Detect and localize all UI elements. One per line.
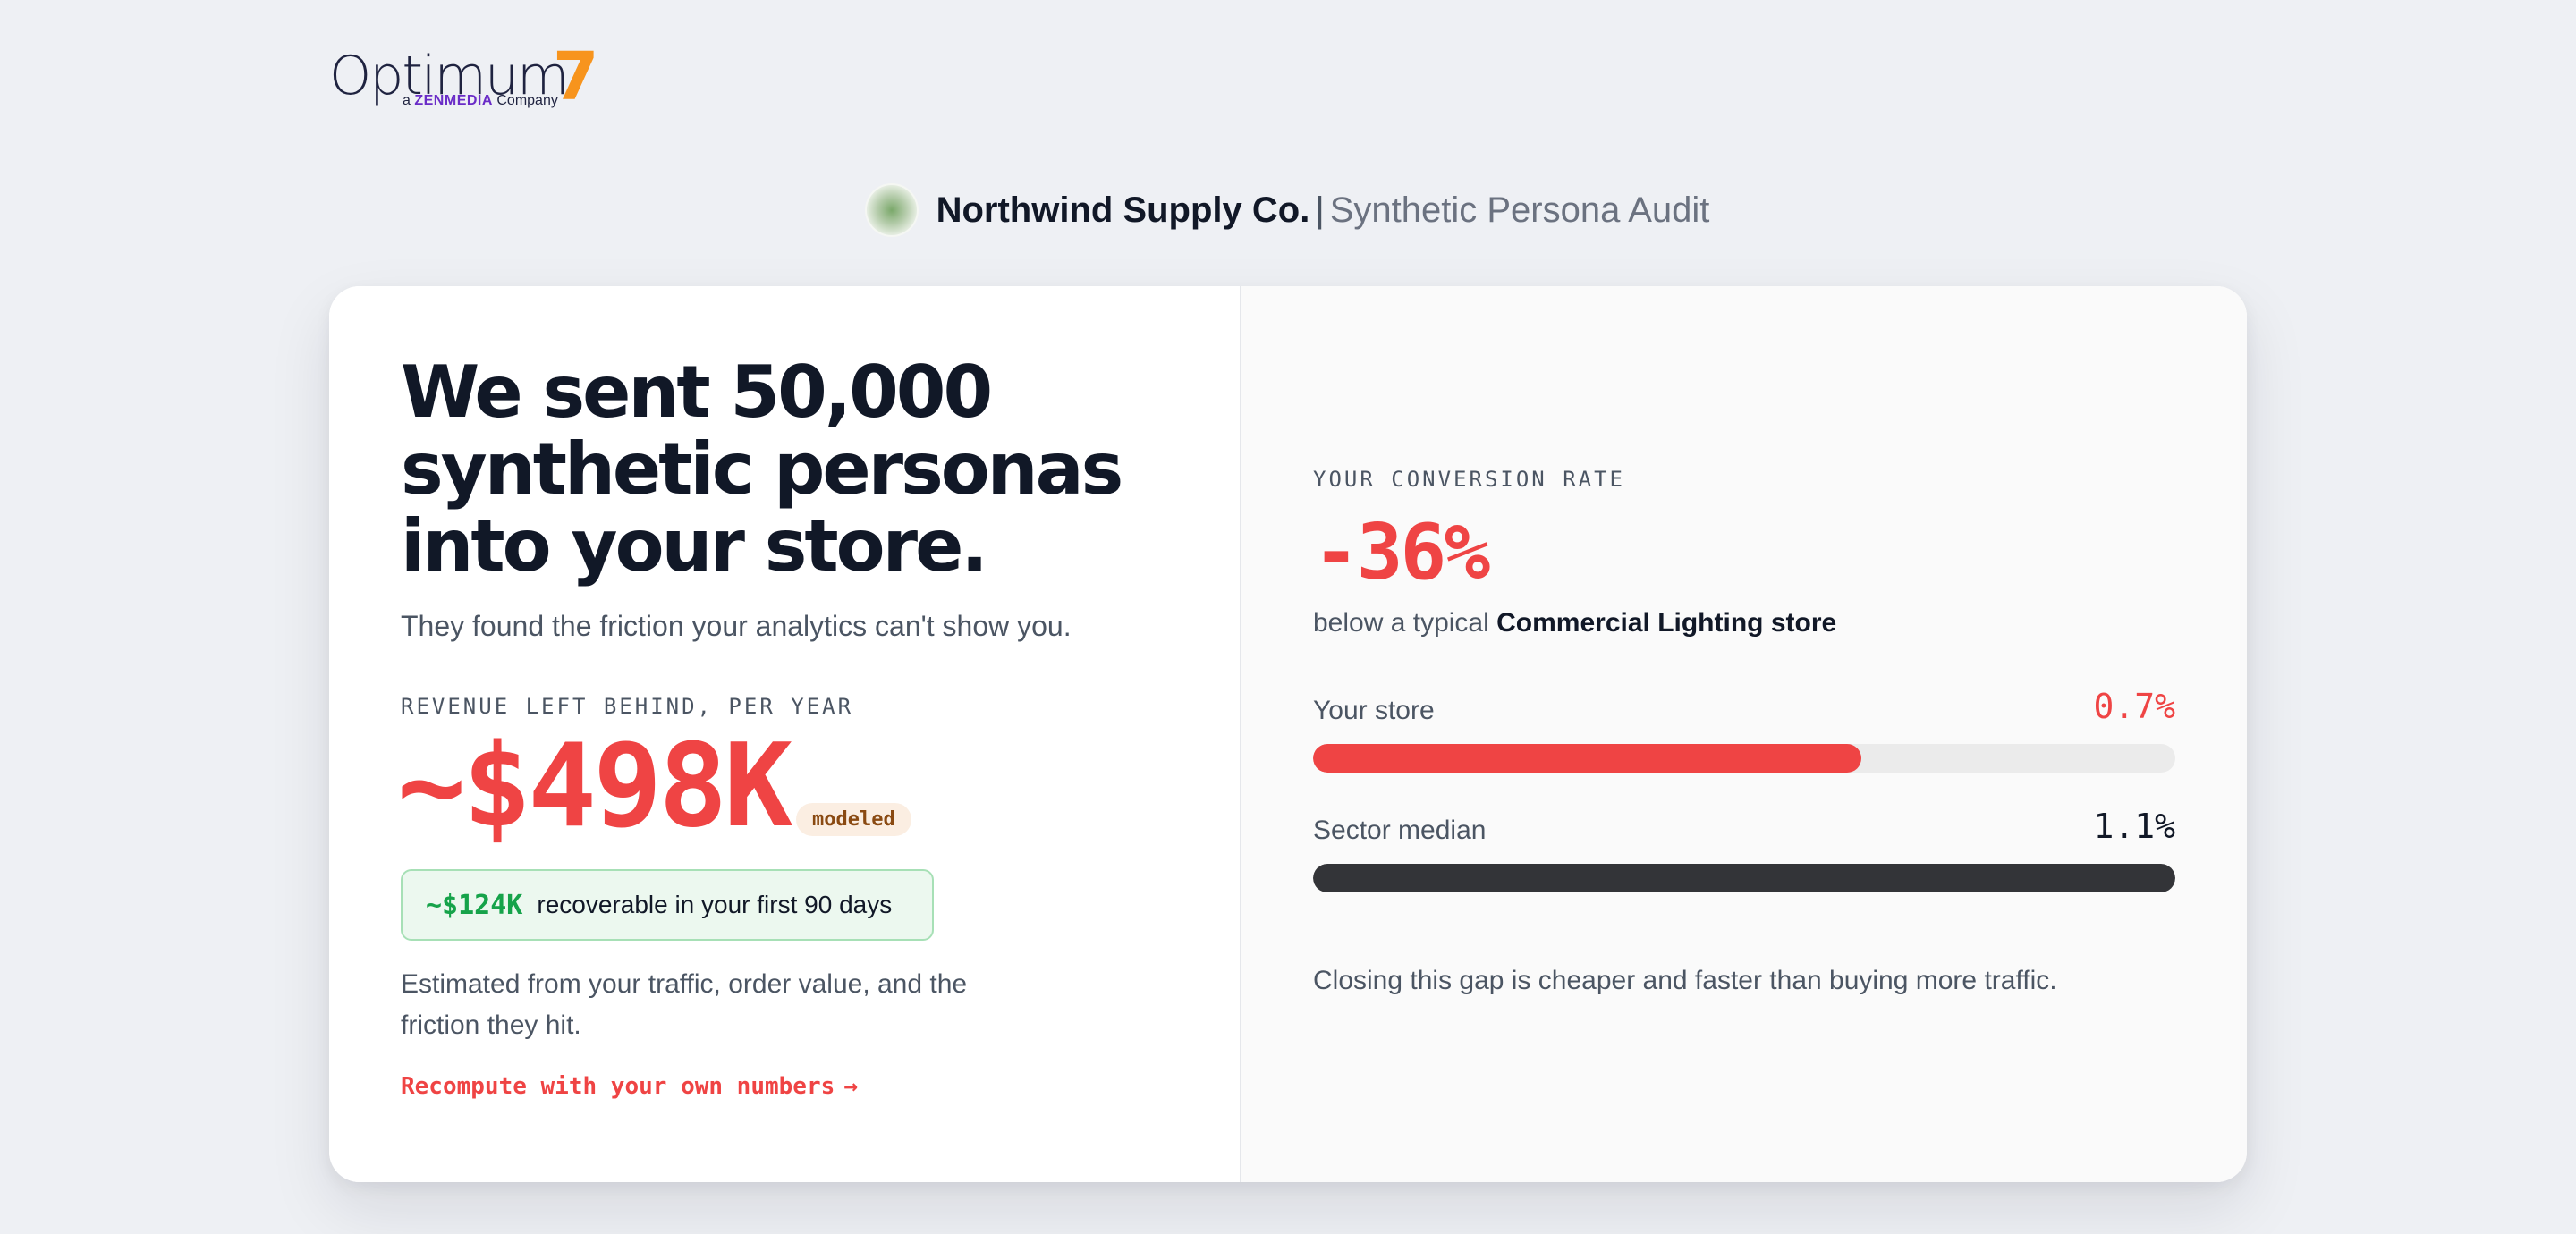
sector-median-label: Sector median	[1313, 816, 1487, 845]
conversion-label: YOUR CONVERSION RATE	[1313, 467, 1625, 492]
your-store-value: 0.7%	[2093, 687, 2175, 726]
sector-median-bar-fill	[1313, 864, 2175, 892]
your-store-label: Your store	[1313, 696, 1435, 725]
recoverable-amount: ~$124K	[426, 889, 523, 921]
your-store-bar-row: Your store 0.7%	[1313, 685, 2175, 773]
conversion-comparison: below a typical Commercial Lighting stor…	[1313, 608, 1836, 638]
logo-numeral: 7	[553, 38, 599, 115]
subheadline: They found the friction your analytics c…	[401, 610, 1072, 642]
estimate-note: Estimated from your traffic, order value…	[401, 969, 968, 1040]
page-subtitle: Synthetic Persona Audit	[1329, 190, 1710, 230]
comparison-prefix: below a typical	[1313, 608, 1489, 638]
logo-tagline-brand: ZENMEDIA	[414, 93, 493, 108]
sector-median-bar-row: Sector median 1.1%	[1313, 805, 2175, 892]
recompute-link-label: Recompute with your own numbers	[401, 1073, 835, 1100]
recoverable-callout: ~$124K recoverable in your first 90 days	[401, 869, 934, 941]
headline: We sent 50,000 synthetic personas into y…	[401, 351, 1123, 587]
recompute-link[interactable]: Recompute with your own numbers →	[401, 1073, 858, 1100]
arrow-right-icon: →	[843, 1073, 858, 1100]
title-separator: |	[1315, 190, 1325, 230]
company-avatar	[866, 185, 917, 235]
closing-note: Closing this gap is cheaper and faster t…	[1313, 966, 2057, 995]
your-store-bar-fill	[1313, 744, 1862, 773]
your-store-bar-track	[1313, 744, 2175, 773]
audit-summary-card: We sent 50,000 synthetic personas into y…	[329, 286, 2247, 1182]
sector-median-value: 1.1%	[2093, 807, 2175, 846]
revenue-panel: We sent 50,000 synthetic personas into y…	[329, 286, 1241, 1182]
modeled-badge: modeled	[796, 803, 911, 836]
company-name: Northwind Supply Co.	[936, 190, 1310, 230]
sector-median-bar-track	[1313, 864, 2175, 892]
recoverable-text: recoverable in your first 90 days	[537, 891, 893, 918]
optimum7-logo[interactable]: Optimum 7 a ZENMEDIA Company	[329, 41, 599, 118]
logo-tagline-suffix: Company	[496, 93, 558, 108]
logo-tagline: a ZENMEDIA Company	[402, 93, 558, 109]
revenue-label: REVENUE LEFT BEHIND, PER YEAR	[401, 694, 854, 719]
conversion-panel: YOUR CONVERSION RATE -36% below a typica…	[1241, 286, 2247, 1182]
conversion-delta: -36%	[1313, 508, 1490, 597]
revenue-value: ~$498K	[397, 720, 792, 853]
comparison-store-type: Commercial Lighting store	[1496, 608, 1837, 638]
page-title: Northwind Supply Co. | Synthetic Persona A…	[936, 190, 1710, 231]
page-header: Northwind Supply Co. | Synthetic Persona A…	[0, 179, 2576, 241]
logo-tagline-prefix: a	[402, 93, 411, 108]
